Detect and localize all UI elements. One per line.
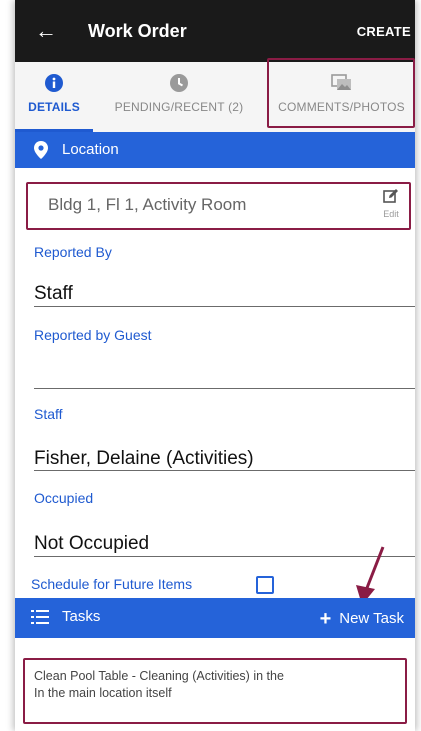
reported-by-guest-label: Reported by Guest [34, 327, 152, 343]
app-bar: ← Work Order CREATE [15, 0, 415, 62]
tasks-section-bar: Tasks + New Task [15, 598, 415, 638]
staff-label: Staff [34, 406, 63, 422]
location-pin-icon [34, 141, 48, 164]
reported-by-underline [34, 306, 415, 307]
new-task-button[interactable]: + New Task [320, 608, 404, 631]
photos-icon [330, 74, 353, 97]
task-list-icon [31, 609, 49, 630]
tab-pending-label: PENDING/RECENT (2) [114, 100, 244, 114]
location-value: Bldg 1, Fl 1, Activity Room [48, 195, 247, 214]
reported-by-field[interactable]: Staff [34, 283, 73, 305]
tasks-section-label: Tasks [62, 608, 101, 625]
phone-screen: ← Work Order CREATE DETAILS PENDING/RECE… [15, 0, 415, 731]
staff-field[interactable]: Fisher, Delaine (Activities) [34, 448, 254, 470]
occupied-label: Occupied [34, 490, 94, 506]
occupied-field[interactable]: Not Occupied [34, 533, 149, 555]
task-list-item[interactable]: Clean Pool Table - Cleaning (Activities)… [18, 648, 398, 718]
location-section-label: Location [62, 141, 119, 158]
edit-label: Edit [383, 209, 399, 219]
edit-location-button[interactable]: Edit [383, 188, 399, 219]
tab-bar: DETAILS PENDING/RECENT (2) COMMENTS/PHOT… [15, 58, 415, 132]
info-icon [45, 74, 63, 97]
reported-by-guest-underline [34, 388, 415, 389]
task-location: In the main location itself [34, 686, 172, 700]
tab-details-label: DETAILS [28, 100, 80, 114]
staff-underline [34, 470, 415, 471]
tab-details[interactable]: DETAILS [15, 62, 93, 132]
occupied-underline [34, 556, 415, 557]
clock-icon [170, 74, 188, 97]
schedule-future-items-label: Schedule for Future Items [31, 576, 193, 592]
tab-comments-photos[interactable]: COMMENTS/PHOTOS [268, 62, 415, 132]
location-section-bar: Location [15, 132, 415, 168]
task-title: Clean Pool Table - Cleaning (Activities)… [34, 669, 284, 683]
new-task-label: New Task [339, 610, 404, 627]
reported-by-label: Reported By [34, 244, 112, 260]
schedule-future-items-checkbox[interactable] [256, 576, 274, 594]
back-arrow-icon[interactable]: ← [35, 20, 57, 42]
create-button[interactable]: CREATE [357, 24, 411, 39]
edit-icon [383, 189, 398, 203]
plus-icon: + [319, 608, 332, 630]
page-title: Work Order [88, 21, 187, 41]
location-field[interactable]: Bldg 1, Fl 1, Activity Room Edit [26, 182, 411, 230]
tab-pending-recent[interactable]: PENDING/RECENT (2) [99, 62, 259, 132]
tab-comments-label: COMMENTS/PHOTOS [278, 100, 405, 114]
